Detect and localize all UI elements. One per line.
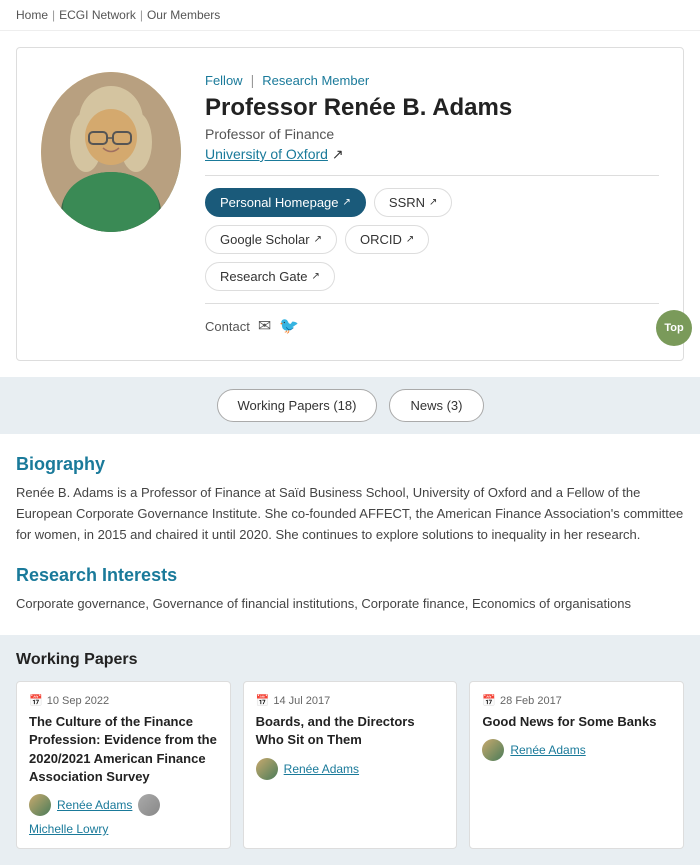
profile-card: Fellow | Research Member Professor Renée…: [16, 47, 684, 361]
calendar-icon: 📅: [482, 694, 496, 707]
author-link-2[interactable]: Renée Adams: [284, 762, 359, 776]
profile-info: Fellow | Research Member Professor Renée…: [205, 72, 659, 336]
profile-links-row3: Research Gate ↗: [205, 262, 659, 291]
paper-card-2: 📅 14 Jul 2017 Boards, and the Directors …: [243, 681, 458, 849]
contact-row: Contact ✉ 🐦: [205, 316, 659, 336]
profile-name: Professor Renée B. Adams: [205, 94, 659, 122]
paper-authors-1: Renée Adams Michelle Lowry: [29, 794, 218, 836]
orcid-link[interactable]: ORCID ↗: [345, 225, 429, 254]
research-interests-section: Research Interests Corporate governance,…: [0, 565, 700, 635]
twitter-icon[interactable]: 🐦: [279, 316, 299, 336]
author-avatar-1b: [138, 794, 160, 816]
calendar-icon: 📅: [256, 694, 270, 707]
biography-section: Biography Renée B. Adams is a Professor …: [0, 434, 700, 565]
profile-links-row2: Google Scholar ↗ ORCID ↗: [205, 225, 659, 254]
breadcrumb: Home | ECGI Network | Our Members: [0, 0, 700, 31]
paper-title-3: Good News for Some Banks: [482, 713, 671, 731]
profile-badges: Fellow | Research Member: [205, 72, 659, 88]
tabs-section: Working Papers (18) News (3): [0, 377, 700, 434]
contact-label: Contact: [205, 319, 250, 334]
research-gate-link[interactable]: Research Gate ↗: [205, 262, 335, 291]
author-avatar-3: [482, 739, 504, 761]
calendar-icon: 📅: [29, 694, 43, 707]
breadcrumb-home[interactable]: Home: [16, 8, 48, 22]
working-papers-title: Working Papers: [16, 651, 684, 669]
google-scholar-link[interactable]: Google Scholar ↗: [205, 225, 337, 254]
breadcrumb-members[interactable]: Our Members: [147, 8, 220, 22]
email-icon[interactable]: ✉: [258, 316, 271, 336]
profile-divider-2: [205, 303, 659, 304]
breadcrumb-ecgi[interactable]: ECGI Network: [59, 8, 136, 22]
paper-date-1: 📅 10 Sep 2022: [29, 694, 218, 707]
profile-photo: [41, 72, 181, 232]
working-papers-section: Working Papers 📅 10 Sep 2022 The Culture…: [0, 635, 700, 865]
paper-authors-3: Renée Adams: [482, 739, 671, 761]
badge-member: Research Member: [262, 73, 369, 88]
tab-news[interactable]: News (3): [389, 389, 483, 422]
paper-authors-2: Renée Adams: [256, 758, 445, 780]
biography-text: Renée B. Adams is a Professor of Finance…: [16, 483, 684, 545]
author-link-1a[interactable]: Renée Adams: [57, 798, 132, 812]
paper-card-1: 📅 10 Sep 2022 The Culture of the Finance…: [16, 681, 231, 849]
external-link-icon: ↗: [314, 234, 322, 245]
biography-title: Biography: [16, 454, 684, 475]
research-interests-text: Corporate governance, Governance of fina…: [16, 594, 684, 615]
profile-title: Professor of Finance: [205, 126, 659, 142]
author-avatar-1: [29, 794, 51, 816]
paper-date-2: 📅 14 Jul 2017: [256, 694, 445, 707]
external-link-icon: ↗: [311, 271, 319, 282]
author-link-3[interactable]: Renée Adams: [510, 743, 585, 757]
external-link-icon: ↗: [406, 234, 414, 245]
personal-homepage-link[interactable]: Personal Homepage ↗: [205, 188, 366, 217]
paper-card-3: 📅 28 Feb 2017 Good News for Some Banks R…: [469, 681, 684, 849]
ssrn-link[interactable]: SSRN ↗: [374, 188, 453, 217]
author-avatar-2: [256, 758, 278, 780]
papers-grid: 📅 10 Sep 2022 The Culture of the Finance…: [16, 681, 684, 849]
paper-title-2: Boards, and the Directors Who Sit on The…: [256, 713, 445, 749]
profile-institution: University of Oxford ↗: [205, 146, 659, 163]
institution-link[interactable]: University of Oxford: [205, 146, 328, 162]
tab-working-papers[interactable]: Working Papers (18): [217, 389, 378, 422]
badge-fellow: Fellow: [205, 73, 243, 88]
author-link-1b[interactable]: Michelle Lowry: [29, 822, 108, 836]
profile-links: Personal Homepage ↗ SSRN ↗: [205, 188, 659, 217]
external-link-icon: ↗: [343, 197, 351, 208]
profile-divider: [205, 175, 659, 176]
paper-date-3: 📅 28 Feb 2017: [482, 694, 671, 707]
external-link-icon: ↗: [429, 197, 437, 208]
paper-title-1: The Culture of the Finance Profession: E…: [29, 713, 218, 786]
top-button[interactable]: Top: [656, 310, 692, 346]
research-interests-title: Research Interests: [16, 565, 684, 586]
